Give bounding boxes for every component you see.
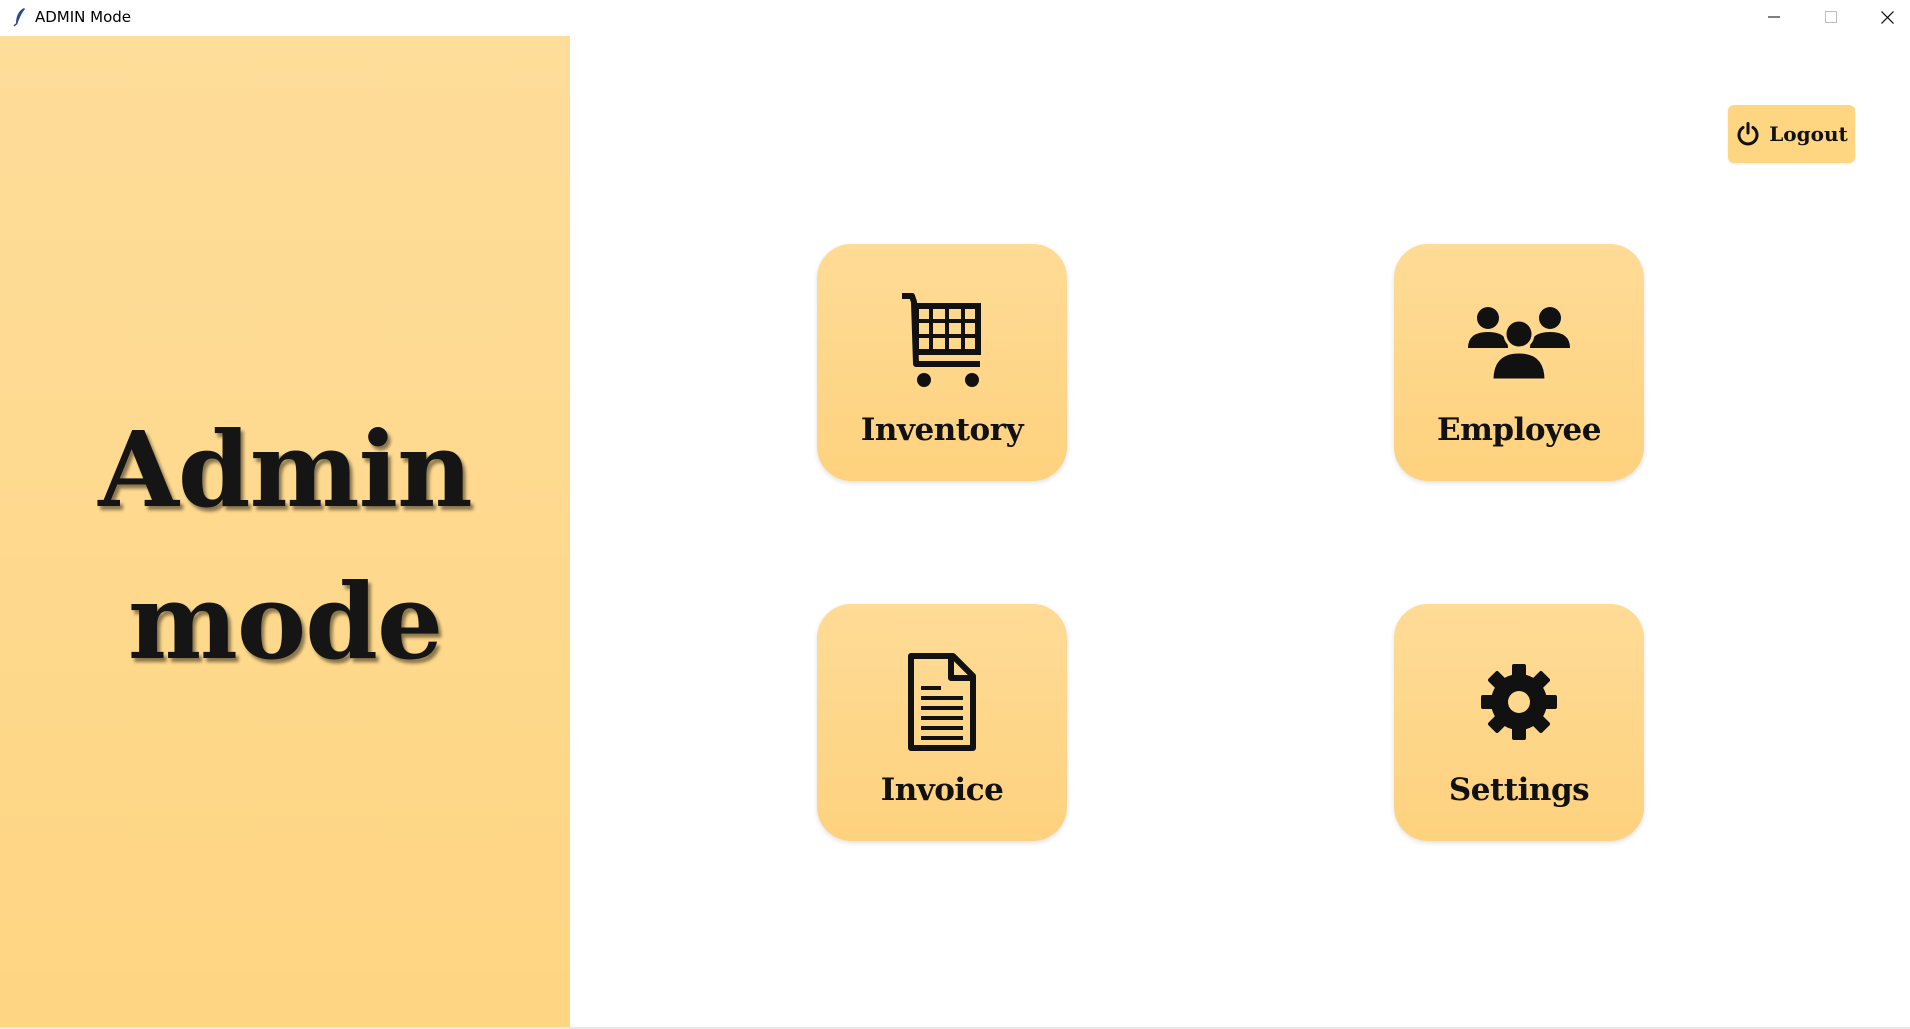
close-button[interactable] [1859, 0, 1910, 34]
employee-tile[interactable]: Employee [1394, 244, 1644, 481]
document-icon [908, 653, 976, 751]
panel-title-line-2: mode [127, 560, 443, 683]
settings-tile[interactable]: Settings [1394, 604, 1644, 841]
logout-button[interactable]: Logout [1728, 105, 1855, 163]
logout-label: Logout [1769, 122, 1848, 146]
people-group-icon [1468, 307, 1570, 382]
shopping-cart-icon [902, 293, 981, 387]
window-title: ADMIN Mode [35, 8, 132, 26]
power-icon [1737, 122, 1759, 146]
admin-side-panel: Admin mode [0, 36, 570, 1028]
admin-window: ADMIN Mode Admin mode Logout Inventory E… [0, 0, 1910, 1029]
title-bar: ADMIN Mode [0, 0, 1910, 36]
inventory-tile[interactable]: Inventory [817, 244, 1067, 481]
inventory-label: Inventory [860, 412, 1024, 448]
minimize-button[interactable] [1745, 0, 1802, 34]
invoice-tile[interactable]: Invoice [817, 604, 1067, 841]
employee-label: Employee [1436, 412, 1602, 448]
settings-label: Settings [1448, 772, 1590, 808]
minimize-icon [1767, 16, 1780, 18]
feather-icon [13, 8, 25, 27]
maximize-icon [1824, 11, 1837, 23]
invoice-label: Invoice [880, 772, 1004, 808]
maximize-button[interactable] [1802, 0, 1859, 34]
close-icon [1881, 10, 1894, 24]
gear-icon [1481, 664, 1557, 740]
panel-title-line-1: Admin [98, 408, 473, 531]
